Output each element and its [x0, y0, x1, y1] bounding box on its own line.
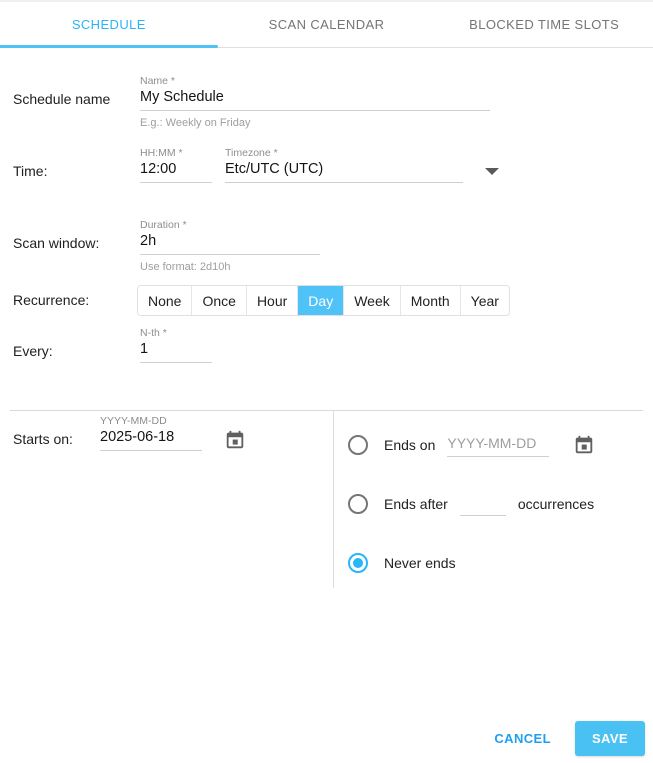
ends-on-row: Ends on — [348, 425, 653, 465]
recurrence-option-year[interactable]: Year — [461, 286, 509, 315]
starts-on-row: Starts on: YYYY-MM-DD — [13, 415, 333, 451]
name-field-label: Name * — [140, 75, 490, 88]
timezone-wrap: Timezone * — [225, 147, 499, 183]
recurrence-option-once[interactable]: Once — [192, 286, 246, 315]
dialog-footer: CANCEL SAVE — [480, 721, 645, 756]
hhmm-input[interactable] — [140, 160, 212, 183]
occurrences-input[interactable] — [460, 493, 506, 516]
recurrence-row-label: Recurrence: — [13, 285, 140, 308]
starts-on-input[interactable] — [100, 428, 202, 451]
starts-on-panel: Starts on: YYYY-MM-DD — [0, 411, 333, 588]
recurrence-option-week[interactable]: Week — [344, 286, 401, 315]
tab-bar: SCHEDULE SCAN CALENDAR BLOCKED TIME SLOT… — [0, 0, 653, 48]
ends-on-input[interactable] — [447, 434, 549, 457]
schedule-form: Schedule name Name * E.g.: Weekly on Fri… — [0, 48, 653, 363]
nth-input[interactable] — [140, 340, 212, 363]
save-button[interactable]: SAVE — [575, 721, 645, 756]
ends-after-row: Ends after occurrences — [348, 484, 653, 524]
ends-on-label: Ends on — [384, 437, 435, 453]
nth-field-label: N-th * — [140, 327, 212, 340]
duration-helper-text: Use format: 2d10h — [140, 261, 320, 273]
schedule-bounds-section: Starts on: YYYY-MM-DD Ends on — [0, 411, 653, 588]
ends-on-field — [447, 434, 549, 457]
chevron-down-icon[interactable] — [485, 168, 499, 175]
schedule-name-row-label: Schedule name — [13, 75, 140, 107]
duration-field: Duration * Use format: 2d10h — [140, 219, 320, 273]
ends-after-radio[interactable] — [348, 494, 368, 514]
recurrence-option-hour[interactable]: Hour — [247, 286, 298, 315]
ends-on-calendar-button[interactable] — [573, 434, 595, 456]
occurrences-field — [460, 493, 506, 516]
duration-field-label: Duration * — [140, 219, 320, 232]
time-row-label: Time: — [13, 147, 140, 179]
scan-window-row: Scan window: Duration * Use format: 2d10… — [13, 219, 653, 273]
starts-on-field: YYYY-MM-DD — [100, 415, 202, 451]
cancel-button[interactable]: CANCEL — [480, 722, 565, 755]
scan-window-row-label: Scan window: — [13, 219, 140, 251]
recurrence-option-none[interactable]: None — [138, 286, 192, 315]
nth-field: N-th * — [140, 327, 212, 363]
hhmm-field: HH:MM * — [140, 147, 212, 183]
calendar-icon — [573, 434, 595, 456]
starts-on-field-label: YYYY-MM-DD — [100, 415, 202, 428]
ends-after-label: Ends after — [384, 496, 448, 512]
starts-on-row-label: Starts on: — [13, 415, 100, 447]
timezone-field-label: Timezone * — [225, 147, 463, 160]
recurrence-button-group: None Once Hour Day Week Month Year — [137, 285, 510, 316]
timezone-field: Timezone * — [225, 147, 463, 183]
recurrence-option-day[interactable]: Day — [298, 286, 344, 315]
schedule-name-row: Schedule name Name * E.g.: Weekly on Fri… — [13, 75, 653, 129]
timezone-select[interactable] — [225, 160, 463, 183]
starts-on-calendar-button[interactable] — [224, 429, 246, 451]
duration-input[interactable] — [140, 232, 320, 255]
never-ends-radio[interactable] — [348, 553, 368, 573]
time-row: Time: HH:MM * Timezone * — [13, 147, 653, 183]
occurrences-suffix-label: occurrences — [518, 496, 594, 512]
never-ends-label: Never ends — [384, 555, 456, 571]
name-input[interactable] — [140, 88, 490, 111]
never-ends-row: Never ends — [348, 543, 653, 583]
recurrence-row: Recurrence: None Once Hour Day Week Mont… — [13, 285, 653, 316]
calendar-icon — [224, 429, 246, 451]
ends-on-radio[interactable] — [348, 435, 368, 455]
name-field: Name * E.g.: Weekly on Friday — [140, 75, 490, 129]
tab-schedule[interactable]: SCHEDULE — [0, 2, 218, 47]
tab-scan-calendar[interactable]: SCAN CALENDAR — [218, 2, 436, 47]
hhmm-field-label: HH:MM * — [140, 147, 212, 160]
recurrence-option-month[interactable]: Month — [401, 286, 461, 315]
ends-panel: Ends on Ends after occurrences Never e — [333, 411, 653, 588]
every-row-label: Every: — [13, 327, 140, 359]
every-row: Every: N-th * — [13, 327, 653, 363]
name-helper-text: E.g.: Weekly on Friday — [140, 117, 490, 129]
tab-blocked-time-slots[interactable]: BLOCKED TIME SLOTS — [435, 2, 653, 47]
